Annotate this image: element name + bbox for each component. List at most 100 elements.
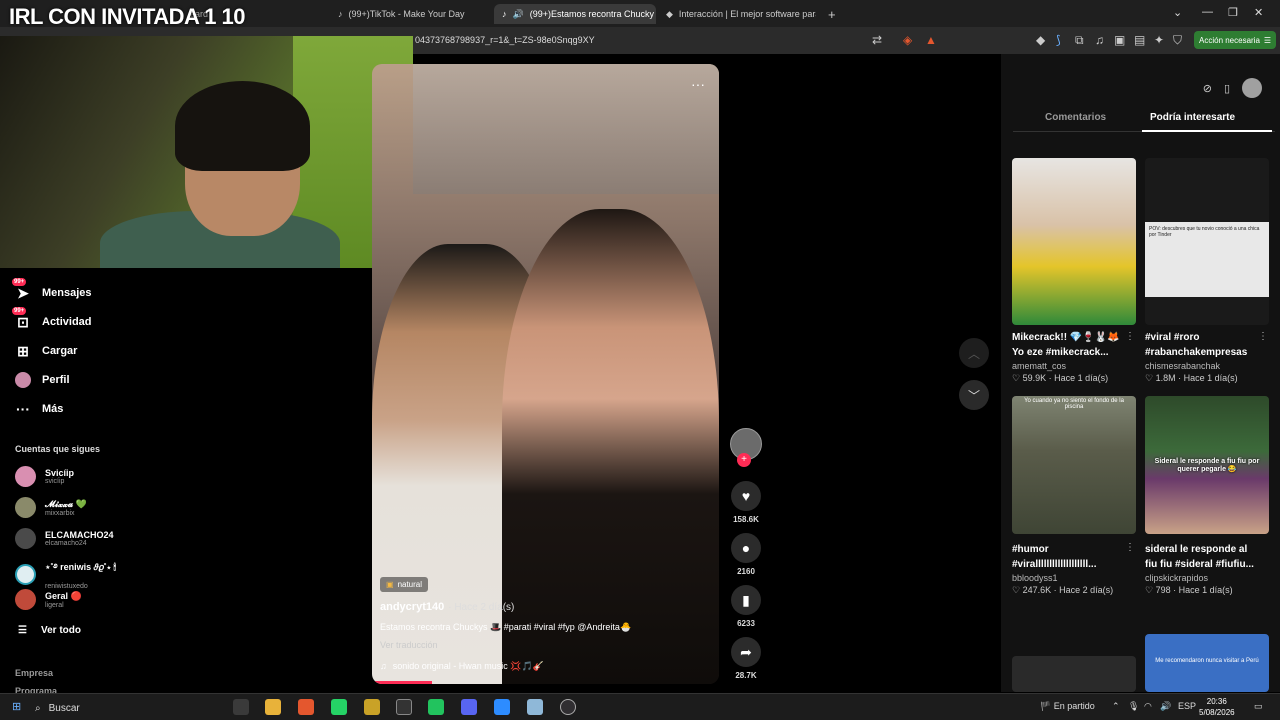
sidebar-item-mas[interactable]: ··· Más bbox=[14, 400, 63, 418]
following-account[interactable]: Geral 🔴 ligeral bbox=[15, 589, 82, 610]
video-player[interactable]: ··· ▣ natural andycryt140 · Hace 2 día(s) … bbox=[372, 64, 719, 684]
maximize-icon[interactable]: ❐ bbox=[1228, 6, 1238, 19]
author-name: andycryt140 bbox=[380, 601, 445, 613]
creator-avatar[interactable]: + bbox=[728, 428, 764, 467]
card-stats: ♡ 798 · Hace 1 día(s) bbox=[1145, 585, 1233, 595]
extension-icon[interactable]: ◆ bbox=[1036, 33, 1045, 47]
following-account[interactable]: 𝓜𝓲𝔁𝔁𝓪 💚 mixxarbix bbox=[15, 497, 87, 518]
brave-shield-icon[interactable]: ◈ bbox=[903, 33, 912, 47]
notification-icon[interactable]: ▭ bbox=[1254, 701, 1263, 712]
heart-outline-icon: ♡ bbox=[1012, 373, 1023, 383]
chevron-up-icon[interactable]: ⌃ bbox=[1112, 701, 1120, 712]
puzzle-icon[interactable]: ⧉ bbox=[1075, 33, 1084, 48]
translate-icon[interactable]: ⇄ bbox=[872, 33, 882, 47]
whatsapp-icon[interactable] bbox=[331, 699, 347, 715]
comment-button[interactable]: ● 2160 bbox=[728, 533, 764, 576]
profile-icon bbox=[14, 371, 32, 389]
chevron-down-icon[interactable]: ⌄ bbox=[1173, 6, 1182, 19]
brave-icon[interactable] bbox=[298, 699, 314, 715]
video-author[interactable]: andycryt140 · Hace 2 día(s) bbox=[380, 601, 514, 613]
action-needed-button[interactable]: Acción necesaria ☰ bbox=[1194, 31, 1276, 49]
sidebar-item-label: Mensajes bbox=[42, 287, 92, 299]
recommended-video-card[interactable]: Mikecrack!! 💎🍷🐰🦊 ⋮ Yo eze #mikecrack... … bbox=[1012, 158, 1137, 384]
footer-link[interactable]: Empresa bbox=[15, 668, 53, 678]
video-description: Estamos recontra Chuckys 🎩 #parati #vira… bbox=[380, 622, 632, 632]
avatar bbox=[15, 466, 36, 487]
sidebar-item-actividad[interactable]: ⊡ 99+ Actividad bbox=[12, 307, 92, 331]
capcut-icon[interactable] bbox=[396, 699, 412, 715]
obs-icon[interactable] bbox=[560, 699, 576, 715]
more-options-icon[interactable]: ⋮ bbox=[1125, 542, 1135, 553]
card-author: bbloodyss1 bbox=[1012, 573, 1058, 583]
device-icon[interactable]: ▯ bbox=[1224, 82, 1230, 95]
taskbar-clock[interactable]: 20:36 5/08/2026 bbox=[1199, 696, 1235, 718]
video-sound[interactable]: ♫ sonido original - Hwan music 💢🎵🎸 bbox=[380, 661, 544, 672]
recommended-video-card[interactable]: Yo cuando ya no siento el fondo de la pi… bbox=[1012, 396, 1137, 596]
sidebar-icon[interactable]: ▣ bbox=[1114, 33, 1125, 47]
video-thumbnail[interactable]: Me recomendaron nunca visitar a Perú bbox=[1145, 634, 1269, 692]
like-button[interactable]: ♥ 158.6K bbox=[728, 481, 764, 524]
recommended-video-card[interactable]: Sideral le responde a fiu fiu por querer… bbox=[1145, 396, 1270, 596]
rewards-icon[interactable]: ▲ bbox=[925, 33, 937, 47]
follow-plus-icon[interactable]: + bbox=[737, 453, 751, 467]
music-icon[interactable]: ♫ bbox=[1095, 33, 1104, 47]
close-window-icon[interactable]: ✕ bbox=[1254, 6, 1263, 19]
extension-icon[interactable]: ⟆ bbox=[1056, 33, 1061, 47]
more-options-icon[interactable]: ⋮ bbox=[1125, 331, 1135, 342]
next-video-button[interactable]: ﹀ bbox=[959, 380, 989, 410]
tab-interaccion[interactable]: ◆ Interacción | El mejor software para p bbox=[666, 4, 816, 24]
sidebar-item-mensajes[interactable]: ➤ 99+ Mensajes bbox=[12, 278, 92, 302]
see-all-button[interactable]: ☰ Ver todo bbox=[18, 625, 81, 636]
tab-comentarios[interactable]: Comentarios bbox=[1045, 112, 1106, 123]
kick-icon[interactable] bbox=[428, 699, 444, 715]
sidebar-item-cargar[interactable]: ⊞ Cargar bbox=[14, 342, 77, 360]
video-progress-bar[interactable] bbox=[372, 681, 432, 684]
volume-icon[interactable]: 🔊 bbox=[1160, 701, 1171, 712]
tiktok-icon: ♪ bbox=[338, 9, 343, 19]
tab-podria-interesarte[interactable]: Podría interesarte bbox=[1150, 112, 1235, 123]
thumbnail-caption: Yo cuando ya no siento el fondo de la pi… bbox=[1024, 398, 1124, 410]
app-icon[interactable] bbox=[494, 699, 510, 715]
share-button[interactable]: ➦ 28.7K bbox=[728, 637, 764, 680]
see-translation-link[interactable]: Ver traducción bbox=[380, 640, 438, 650]
tab-active[interactable]: ♪🔊(99+)Estamos recontra Chucky✕ bbox=[494, 4, 656, 24]
following-account[interactable]: ⋆˚࿔ reniwis 𝜗𝜚˚⋆ 🕯 reniwistuxedo bbox=[15, 558, 116, 590]
network-status[interactable]: 🏴 En partido bbox=[1040, 701, 1095, 712]
wifi-icon[interactable]: ◠ bbox=[1144, 701, 1152, 712]
video-thumbnail[interactable] bbox=[1012, 656, 1136, 692]
sidebar-item-label: Perfil bbox=[42, 374, 70, 386]
more-options-icon[interactable]: ⋮ bbox=[1258, 331, 1268, 342]
card-title-line2: #rabanchakempresas bbox=[1145, 347, 1248, 358]
network-label: En partido bbox=[1053, 701, 1095, 711]
more-options-icon[interactable]: ··· bbox=[691, 76, 705, 92]
wallet-icon[interactable]: ▤ bbox=[1134, 33, 1145, 47]
sidebar-item-perfil[interactable]: Perfil bbox=[14, 371, 70, 389]
thumbnail-caption: POV: descubres que tu novio conoció a un… bbox=[1145, 222, 1269, 297]
compass-icon[interactable]: ⊘ bbox=[1203, 82, 1212, 95]
language-indicator[interactable]: ESP bbox=[1178, 701, 1196, 711]
panel-tabs: Comentarios Podría interesarte bbox=[1013, 110, 1275, 132]
app-icon[interactable] bbox=[527, 699, 543, 715]
previous-video-button[interactable]: ︿ bbox=[959, 338, 989, 368]
comment-icon: ● bbox=[731, 533, 761, 563]
vpn-icon[interactable]: ⛉ bbox=[1173, 33, 1182, 48]
app-icon[interactable] bbox=[364, 699, 380, 715]
discord-icon[interactable] bbox=[461, 699, 477, 715]
minimize-icon[interactable]: — bbox=[1202, 6, 1213, 18]
sparkle-icon[interactable]: ✦ bbox=[1154, 33, 1164, 47]
taskbar-search[interactable]: ⌕ Buscar bbox=[35, 698, 225, 718]
avatar[interactable] bbox=[1242, 78, 1262, 98]
file-explorer-icon[interactable] bbox=[265, 699, 281, 715]
recommended-video-card[interactable]: POV: descubres que tu novio conoció a un… bbox=[1145, 158, 1270, 384]
url-text[interactable]: 04373768798937_r=1&_t=ZS-98e0Snqg9XY bbox=[415, 35, 595, 45]
tab-tiktok[interactable]: ♪ (99+)TikTok - Make Your Day bbox=[338, 4, 488, 24]
following-account[interactable]: Svicíip svicíip bbox=[15, 466, 74, 487]
microphone-icon[interactable]: 🎙 bbox=[1128, 701, 1139, 712]
following-account[interactable]: ELCAMACHO24 elcamacho24 bbox=[15, 528, 114, 549]
inbox-icon: ⊡ 99+ bbox=[12, 307, 29, 330]
windows-start-icon[interactable]: ⊞ bbox=[12, 700, 21, 713]
video-tag[interactable]: ▣ natural bbox=[380, 577, 429, 592]
save-button[interactable]: ▮ 6233 bbox=[728, 585, 764, 628]
task-view-icon[interactable] bbox=[233, 699, 249, 715]
new-tab-button[interactable]: + bbox=[828, 4, 842, 24]
